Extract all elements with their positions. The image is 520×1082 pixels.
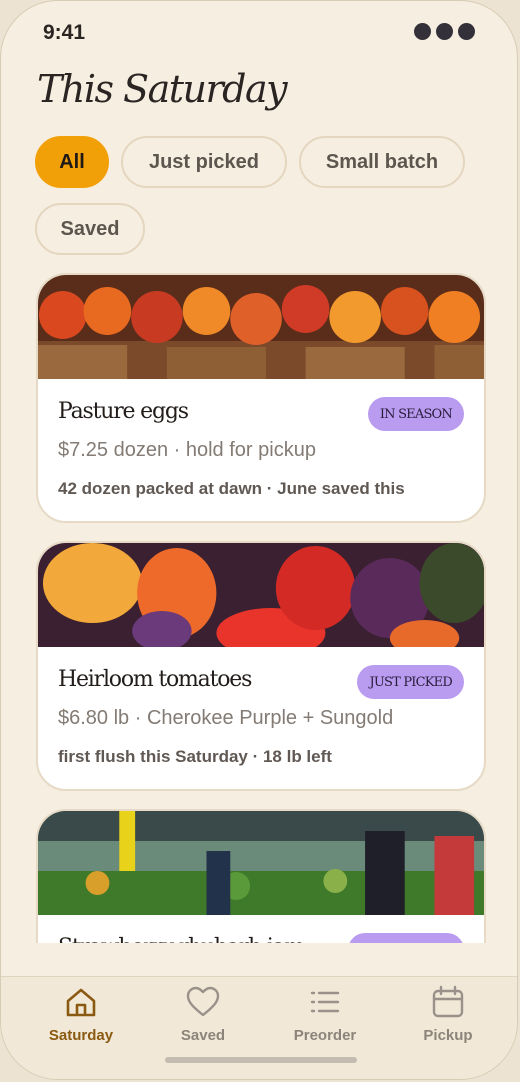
home-indicator[interactable] (165, 1057, 357, 1063)
tab-saved[interactable]: Saved (148, 985, 258, 1044)
product-card[interactable]: Strawberry rhubarb jam SMALL BATCH (36, 809, 486, 943)
tab-label: Saved (180, 1027, 226, 1044)
product-note: first flush this Saturday · 18 lb left (58, 747, 332, 766)
tab-preorder[interactable]: Preorder (270, 985, 380, 1044)
heart-icon (186, 986, 220, 1017)
product-card[interactable]: Heirloom tomatoes JUST PICKED $6.80 lb ·… (36, 541, 486, 791)
filter-chip-just-picked[interactable]: Just picked (121, 136, 287, 188)
product-note: 42 dozen packed at dawn · June saved thi… (58, 479, 405, 498)
product-photo-market (38, 811, 484, 915)
status-badge: SMALL BATCH (347, 933, 464, 943)
list-icon (310, 991, 340, 1013)
home-icon (66, 988, 96, 1017)
filter-chip-saved[interactable]: Saved (35, 203, 145, 255)
calendar-icon (432, 985, 464, 1018)
status-badge: JUST PICKED (357, 665, 464, 699)
status-badge: IN SEASON (367, 397, 464, 431)
tab-label: Saturday (48, 1027, 114, 1044)
tab-label: Preorder (293, 1027, 357, 1044)
tab-bar: Saturday Saved Preorder Pickup (1, 976, 517, 1079)
product-photo-produce-baskets (38, 275, 484, 379)
more-icon[interactable] (414, 23, 475, 40)
product-price: $7.25 dozen · hold for pickup (58, 439, 316, 461)
tab-label: Pickup (423, 1027, 473, 1044)
filter-chip-all[interactable]: All (35, 136, 109, 188)
tab-pickup[interactable]: Pickup (393, 985, 503, 1044)
product-card[interactable]: Pasture eggs IN SEASON $7.25 dozen · hol… (36, 273, 486, 523)
status-time: 9:41 (43, 21, 86, 44)
tab-saturday[interactable]: Saturday (26, 985, 136, 1044)
product-photo-peppers (38, 543, 484, 647)
phone-screen: 9:41 This Saturday All Just picked Small… (0, 0, 518, 1080)
page-title: This Saturday (37, 67, 288, 111)
filter-chip-small-batch[interactable]: Small batch (299, 136, 465, 188)
product-price: $6.80 lb · Cherokee Purple + Sungold (58, 707, 394, 729)
